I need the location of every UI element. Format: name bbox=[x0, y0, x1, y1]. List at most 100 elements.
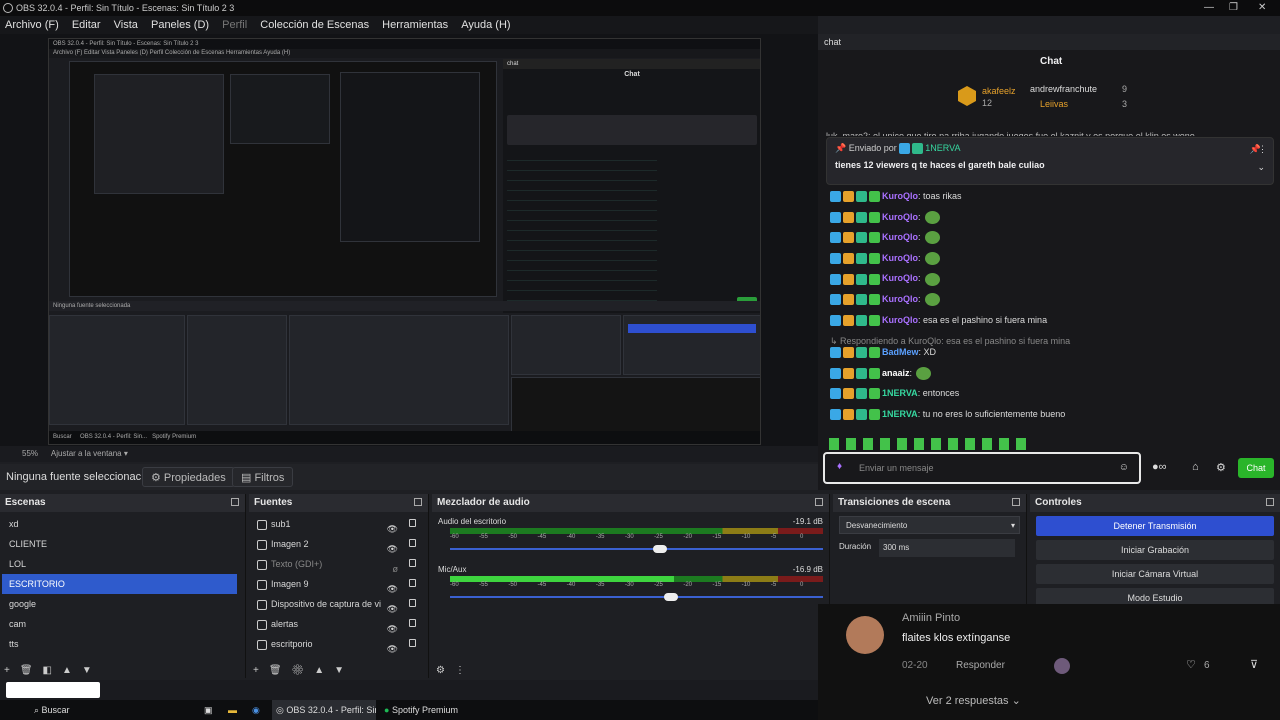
source-item[interactable]: Imagen 9 👁 bbox=[249, 574, 428, 594]
source-item[interactable]: escritporio 👁 bbox=[249, 634, 428, 654]
source-item-hidden[interactable]: Texto (GDI+) ø bbox=[249, 554, 428, 574]
avatar[interactable] bbox=[846, 616, 884, 654]
scale-tick: -5 bbox=[770, 534, 777, 540]
menu-vista[interactable]: Vista bbox=[109, 19, 143, 31]
filters-button[interactable]: ▤ Filtros bbox=[232, 467, 294, 487]
taskbar-obs[interactable]: ◎ OBS 32.0.4 - Perfil: Sin... bbox=[272, 700, 376, 720]
taskview-icon[interactable]: ▣ bbox=[204, 700, 213, 720]
bits-icon[interactable]: ♦ bbox=[837, 461, 842, 472]
minimize-button[interactable]: — bbox=[1204, 0, 1214, 16]
popout-icon[interactable] bbox=[1266, 498, 1274, 506]
source-item[interactable]: alertas 👁 bbox=[249, 614, 428, 634]
close-button[interactable]: ✕ bbox=[1258, 0, 1266, 16]
duration-input[interactable]: 300 ms bbox=[879, 539, 1015, 557]
nested-inner-window bbox=[94, 74, 224, 194]
leader-3-name: Leiivas bbox=[1040, 99, 1069, 109]
taskbar-search[interactable]: ⌕ Buscar bbox=[28, 700, 178, 720]
taskbar-spotify[interactable]: ● Spotify Premium bbox=[384, 700, 458, 720]
chat-badge-icon bbox=[843, 191, 854, 203]
scale-tick: -45 bbox=[537, 534, 547, 540]
nested-chat-lines bbox=[507, 151, 657, 301]
menu-ayuda[interactable]: Ayuda (H) bbox=[456, 19, 515, 31]
emote-bar[interactable] bbox=[829, 438, 1029, 450]
scene-item[interactable]: google bbox=[2, 594, 237, 614]
menu-paneles[interactable]: Paneles (D) bbox=[146, 19, 214, 31]
start-virtualcam-button[interactable]: Iniciar Cámara Virtual bbox=[1036, 564, 1274, 584]
chat-username[interactable]: anaaiz bbox=[882, 368, 910, 378]
chat-text: : tu no eres lo suficientemente bueno bbox=[917, 408, 1066, 419]
window-thumbnail[interactable] bbox=[6, 682, 100, 698]
mixer-toolbar[interactable]: ⚙⋮ bbox=[436, 665, 475, 676]
channel-points-icon[interactable]: ●∞ bbox=[1152, 461, 1167, 473]
menu-archivo[interactable]: Archivo (F) bbox=[0, 19, 64, 31]
nested-chat-dock: chat Chat bbox=[503, 59, 760, 313]
menu-perfil[interactable]: Perfil bbox=[217, 19, 252, 31]
properties-button[interactable]: ⚙ Propiedades bbox=[142, 467, 235, 487]
chat-badge-icon bbox=[830, 294, 841, 306]
chevron-down-icon[interactable]: ⌄ bbox=[1257, 162, 1265, 173]
fit-selector[interactable]: Ajustar a la ventana bbox=[51, 449, 122, 458]
chrome-icon[interactable]: ◉ bbox=[252, 700, 260, 720]
scale-tick: -60 bbox=[450, 582, 459, 588]
scene-item[interactable]: cam bbox=[2, 614, 237, 634]
more-icon[interactable]: ⋮ bbox=[1258, 144, 1267, 155]
menu-herramientas[interactable]: Herramientas bbox=[377, 19, 453, 31]
folder-icon[interactable]: ▬ bbox=[228, 700, 237, 720]
source-item[interactable]: Dispositivo de captura de vi 👁 bbox=[249, 594, 428, 614]
chat-username[interactable]: KuroQlo bbox=[882, 253, 918, 263]
chat-text: : bbox=[918, 294, 921, 304]
start-recording-button[interactable]: Iniciar Grabación bbox=[1036, 540, 1274, 560]
chat-username[interactable]: KuroQlo bbox=[882, 191, 918, 201]
menu-coleccion[interactable]: Colección de Escenas bbox=[255, 19, 374, 31]
menu-editar[interactable]: Editar bbox=[67, 19, 106, 31]
source-item[interactable]: sub1 👁 bbox=[249, 514, 428, 534]
chat-text: : bbox=[918, 211, 921, 222]
chat-username[interactable]: KuroQlo bbox=[882, 315, 918, 325]
popout-icon[interactable] bbox=[231, 498, 239, 506]
sources-title: Fuentes bbox=[249, 494, 428, 512]
scene-item[interactable]: CLIENTE bbox=[2, 534, 237, 554]
scale-tick: -20 bbox=[683, 582, 692, 588]
mixer-channel: Audio del escritorio -19.1 dB -60 -55 -50 -4… bbox=[432, 512, 829, 554]
comment-text: flaites klos extínganse bbox=[902, 632, 1011, 644]
scene-toolbar[interactable]: +🗑◧▲▼ bbox=[4, 665, 102, 676]
comment-author[interactable]: Amiiin Pinto bbox=[902, 612, 960, 624]
gear-icon[interactable]: ⚙ bbox=[1216, 461, 1226, 474]
scene-item-selected[interactable]: ESCRITORIO bbox=[2, 574, 237, 594]
chat-username[interactable]: BadMew bbox=[882, 347, 919, 357]
stop-streaming-button[interactable]: Detener Transmisión bbox=[1036, 516, 1274, 536]
chat-send-button[interactable]: Chat bbox=[1238, 458, 1274, 478]
scene-item[interactable]: tts bbox=[2, 634, 237, 654]
chat-badge-icon bbox=[856, 388, 867, 400]
chat-badge-icon bbox=[856, 191, 867, 203]
heart-icon[interactable]: ♡ bbox=[1186, 658, 1196, 671]
view-replies-button[interactable]: Ver 2 respuestas ⌄ bbox=[926, 694, 1021, 707]
volume-slider[interactable] bbox=[450, 592, 823, 602]
store-icon[interactable]: ⌂ bbox=[1192, 461, 1199, 473]
reply-button[interactable]: Responder bbox=[956, 660, 1005, 671]
chat-username[interactable]: 1NERVA bbox=[882, 409, 918, 419]
chat-username[interactable]: KuroQlo bbox=[882, 294, 918, 304]
popout-icon[interactable] bbox=[815, 498, 823, 506]
chat-badge-icon bbox=[830, 273, 841, 285]
scale-tick: -25 bbox=[654, 582, 663, 588]
scene-item[interactable]: xd bbox=[2, 514, 237, 534]
popout-icon[interactable] bbox=[1012, 498, 1020, 506]
maximize-button[interactable]: ❐ bbox=[1229, 0, 1238, 16]
popout-icon[interactable] bbox=[414, 498, 422, 506]
chat-username[interactable]: 1NERVA bbox=[882, 388, 918, 398]
chat-username[interactable]: KuroQlo bbox=[882, 232, 918, 242]
scene-item[interactable]: LOL bbox=[2, 554, 237, 574]
source-item[interactable]: Imagen 2 👁 bbox=[249, 534, 428, 554]
chat-input[interactable]: ♦ Enviar un mensaje ☺ bbox=[823, 452, 1141, 484]
chat-username[interactable]: KuroQlo bbox=[882, 273, 918, 283]
transition-select[interactable]: Desvanecimiento ▾ bbox=[839, 516, 1020, 534]
dislike-icon[interactable]: ⊽ bbox=[1250, 658, 1258, 671]
chat-text: : toas rikas bbox=[918, 191, 962, 201]
chat-badge-icon bbox=[830, 408, 841, 420]
volume-slider[interactable] bbox=[450, 544, 823, 554]
zoom-level[interactable]: 55% bbox=[22, 449, 38, 458]
source-toolbar[interactable]: +🗑⚙▲▼ bbox=[253, 665, 354, 676]
emote-picker-icon[interactable]: ☺ bbox=[1119, 462, 1129, 473]
chat-username[interactable]: KuroQlo bbox=[882, 212, 918, 222]
